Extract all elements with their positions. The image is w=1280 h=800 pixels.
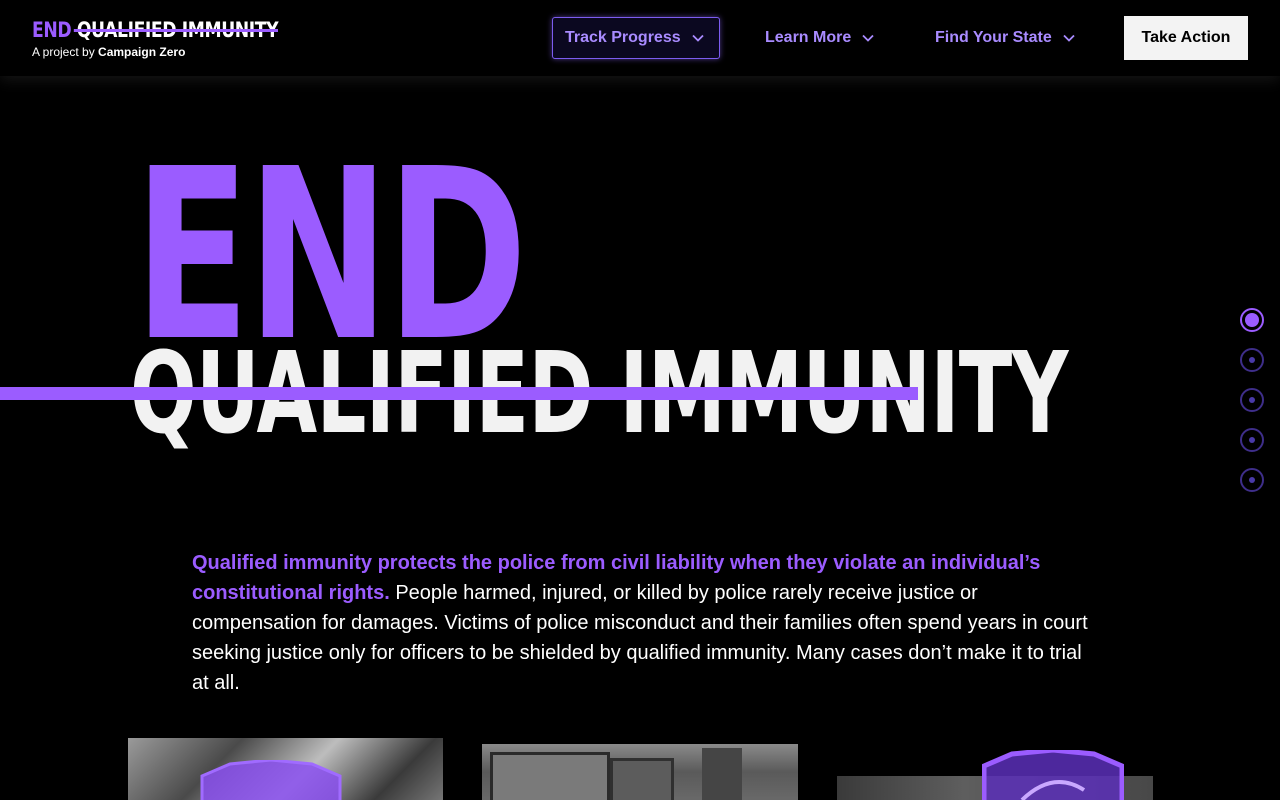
photo-door-shape [610, 758, 674, 800]
logo-subtitle-prefix: A project by [32, 45, 95, 59]
chevron-down-icon [1063, 34, 1075, 42]
site-logo[interactable]: END QUALIFIED IMMUNITY A project by Camp… [32, 16, 332, 60]
section-nav-dot-5[interactable] [1240, 468, 1264, 492]
section-nav-dot-1[interactable] [1240, 308, 1264, 332]
site-header: END QUALIFIED IMMUNITY A project by Camp… [0, 0, 1280, 76]
section-nav-dot-4[interactable] [1240, 428, 1264, 452]
nav-find-your-state[interactable]: Find Your State [935, 17, 1076, 59]
nav-learn-more-label: Learn More [765, 29, 852, 46]
shield-badge-icon [200, 760, 342, 800]
photo-window-shape [490, 752, 610, 800]
chevron-down-icon [691, 34, 704, 42]
section-nav [1240, 308, 1264, 508]
section-nav-dot-2[interactable] [1240, 348, 1264, 372]
nav-find-your-state-label: Find Your State [935, 29, 1052, 46]
nav-learn-more[interactable]: Learn More [765, 17, 875, 59]
nav-track-progress[interactable]: Track Progress [552, 17, 720, 59]
section-nav-dot-3[interactable] [1240, 388, 1264, 412]
logo-end-text: END [32, 18, 72, 42]
logo-subtitle: A project by Campaign Zero [32, 44, 332, 60]
photo-doorway-shape [702, 748, 742, 800]
take-action-button[interactable]: Take Action [1124, 16, 1248, 60]
chevron-down-icon [862, 34, 874, 42]
logo-qualified-immunity-text: QUALIFIED IMMUNITY [73, 18, 279, 42]
story-photo-2[interactable] [482, 744, 798, 800]
hero-strikethrough-bar [0, 387, 918, 400]
nav-track-progress-label: Track Progress [565, 29, 681, 46]
logo-subtitle-org: Campaign Zero [98, 45, 186, 59]
logo-wordmark: END QUALIFIED IMMUNITY [32, 16, 279, 44]
shield-badge-icon [982, 750, 1124, 800]
intro-paragraph: Qualified immunity protects the police f… [192, 548, 1102, 698]
